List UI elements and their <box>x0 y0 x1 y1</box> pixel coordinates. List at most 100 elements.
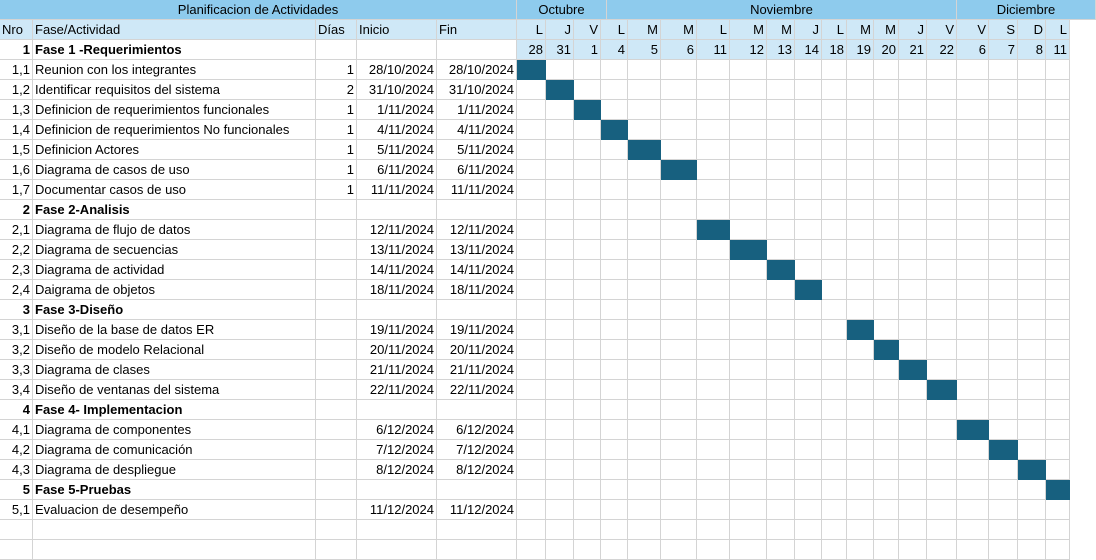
day-letter[interactable]: V <box>957 20 989 40</box>
timeline-cell[interactable] <box>874 280 899 300</box>
empty-cell[interactable] <box>316 540 357 560</box>
row-start-date[interactable]: 19/11/2024 <box>357 320 437 340</box>
timeline-cell[interactable] <box>795 520 822 540</box>
row-start-date[interactable]: 18/11/2024 <box>357 280 437 300</box>
row-activity-name[interactable]: Diagrama de componentes <box>33 420 316 440</box>
row-days[interactable] <box>316 40 357 60</box>
timeline-cell[interactable] <box>697 400 730 420</box>
timeline-cell[interactable] <box>628 480 661 500</box>
row-start-date[interactable]: 28/10/2024 <box>357 60 437 80</box>
timeline-cell[interactable] <box>1018 140 1046 160</box>
timeline-cell[interactable] <box>1046 300 1070 320</box>
day-number[interactable]: 19 <box>847 40 874 60</box>
timeline-cell[interactable] <box>822 420 847 440</box>
timeline-cell[interactable] <box>661 220 697 240</box>
timeline-cell[interactable] <box>730 500 767 520</box>
timeline-cell[interactable] <box>546 240 574 260</box>
timeline-cell[interactable] <box>822 320 847 340</box>
timeline-cell[interactable] <box>517 480 546 500</box>
row-nro[interactable]: 2,4 <box>0 280 33 300</box>
timeline-cell[interactable] <box>1018 380 1046 400</box>
timeline-cell[interactable] <box>697 260 730 280</box>
row-days[interactable]: 1 <box>316 140 357 160</box>
timeline-cell[interactable] <box>517 500 546 520</box>
timeline-cell[interactable] <box>697 300 730 320</box>
timeline-cell[interactable] <box>546 260 574 280</box>
timeline-cell[interactable] <box>899 500 927 520</box>
timeline-cell[interactable] <box>601 200 628 220</box>
timeline-cell[interactable] <box>847 480 874 500</box>
timeline-cell[interactable] <box>957 280 989 300</box>
timeline-cell[interactable] <box>546 180 574 200</box>
timeline-cell[interactable] <box>1046 240 1070 260</box>
timeline-cell[interactable] <box>628 360 661 380</box>
timeline-cell[interactable] <box>1046 140 1070 160</box>
timeline-cell[interactable] <box>957 460 989 480</box>
timeline-cell[interactable] <box>601 80 628 100</box>
timeline-cell[interactable] <box>767 100 795 120</box>
timeline-cell[interactable] <box>899 540 927 560</box>
row-nro[interactable]: 3,4 <box>0 380 33 400</box>
timeline-cell[interactable] <box>601 320 628 340</box>
timeline-cell[interactable] <box>957 240 989 260</box>
timeline-cell[interactable] <box>661 320 697 340</box>
timeline-cell[interactable] <box>730 260 767 280</box>
timeline-cell[interactable] <box>989 80 1018 100</box>
day-letter[interactable]: L <box>822 20 847 40</box>
timeline-cell[interactable] <box>874 200 899 220</box>
timeline-cell[interactable] <box>1046 320 1070 340</box>
timeline-cell[interactable] <box>517 420 546 440</box>
row-activity-name[interactable]: Diseño de modelo Relacional <box>33 340 316 360</box>
timeline-cell[interactable] <box>767 360 795 380</box>
row-days[interactable] <box>316 500 357 520</box>
timeline-cell[interactable] <box>767 140 795 160</box>
timeline-cell[interactable] <box>628 300 661 320</box>
row-nro[interactable]: 1 <box>0 40 33 60</box>
timeline-cell[interactable] <box>767 280 795 300</box>
timeline-cell[interactable] <box>847 420 874 440</box>
timeline-cell[interactable] <box>546 480 574 500</box>
timeline-cell[interactable] <box>1046 220 1070 240</box>
timeline-cell[interactable] <box>574 280 601 300</box>
timeline-cell[interactable] <box>927 160 957 180</box>
row-nro[interactable]: 1,3 <box>0 100 33 120</box>
timeline-cell[interactable] <box>989 320 1018 340</box>
timeline-cell[interactable] <box>697 80 730 100</box>
timeline-cell[interactable] <box>822 440 847 460</box>
timeline-cell[interactable] <box>927 460 957 480</box>
timeline-cell[interactable] <box>628 460 661 480</box>
row-start-date[interactable]: 12/11/2024 <box>357 220 437 240</box>
timeline-cell[interactable] <box>899 260 927 280</box>
timeline-cell[interactable] <box>517 320 546 340</box>
timeline-cell[interactable] <box>989 240 1018 260</box>
row-days[interactable] <box>316 340 357 360</box>
timeline-cell[interactable] <box>1018 220 1046 240</box>
timeline-cell[interactable] <box>874 540 899 560</box>
timeline-cell[interactable] <box>697 60 730 80</box>
day-letter[interactable]: J <box>546 20 574 40</box>
timeline-cell[interactable] <box>822 520 847 540</box>
timeline-cell[interactable] <box>1046 400 1070 420</box>
timeline-cell[interactable] <box>661 100 697 120</box>
timeline-cell[interactable] <box>1018 440 1046 460</box>
row-nro[interactable]: 1,5 <box>0 140 33 160</box>
timeline-cell[interactable] <box>601 480 628 500</box>
day-letter[interactable]: V <box>574 20 601 40</box>
timeline-cell[interactable] <box>899 280 927 300</box>
day-letter[interactable]: M <box>767 20 795 40</box>
row-days[interactable] <box>316 320 357 340</box>
timeline-cell[interactable] <box>822 240 847 260</box>
timeline-cell[interactable] <box>957 480 989 500</box>
row-end-date[interactable]: 21/11/2024 <box>437 360 517 380</box>
row-activity-name[interactable]: Definicion de requerimientos No funciona… <box>33 120 316 140</box>
timeline-cell[interactable] <box>957 440 989 460</box>
timeline-cell[interactable] <box>661 300 697 320</box>
timeline-cell[interactable] <box>517 200 546 220</box>
day-letter[interactable]: L <box>1046 20 1070 40</box>
row-nro[interactable]: 1,2 <box>0 80 33 100</box>
row-start-date[interactable] <box>357 480 437 500</box>
row-activity-name[interactable]: Definicion de requerimientos funcionales <box>33 100 316 120</box>
row-days[interactable] <box>316 240 357 260</box>
row-days[interactable] <box>316 300 357 320</box>
timeline-cell[interactable] <box>1018 120 1046 140</box>
